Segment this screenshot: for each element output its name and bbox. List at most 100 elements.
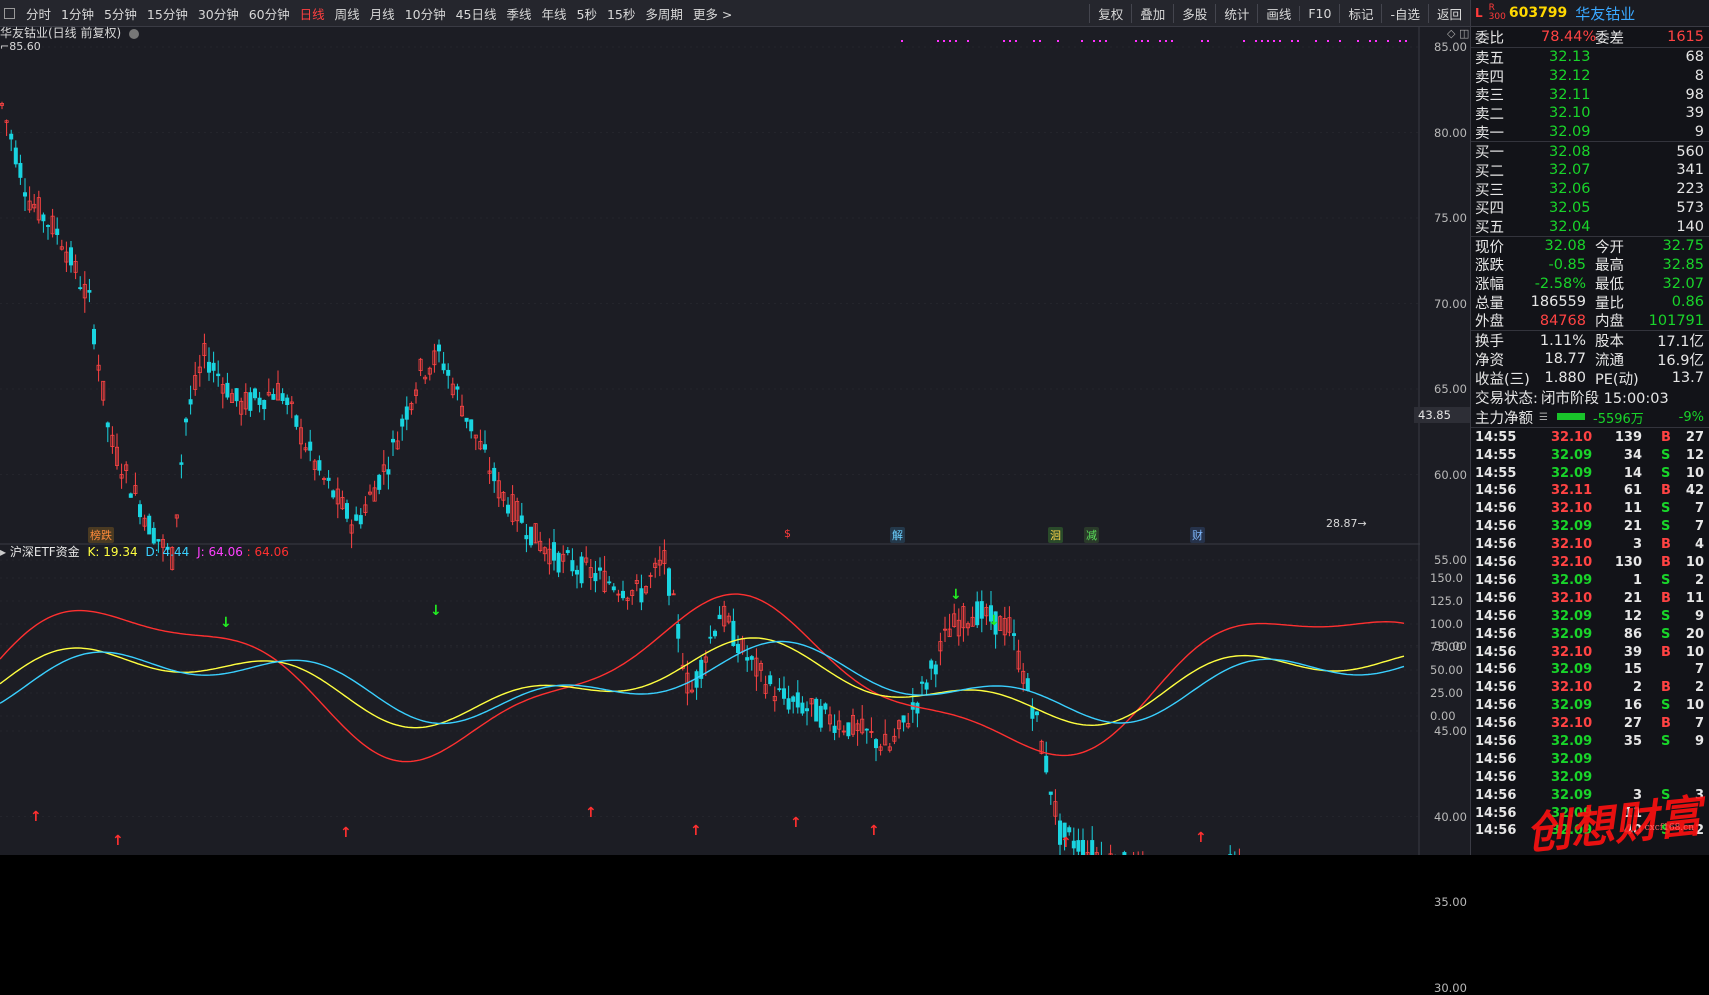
book-row[interactable]: 买一32.08560	[1471, 142, 1709, 161]
tick-count: 10	[1686, 645, 1704, 660]
book-row[interactable]: 卖五32.1368	[1471, 48, 1709, 67]
stat-value: 32.08	[1544, 238, 1586, 254]
event-tag[interactable]: 财	[1190, 527, 1205, 543]
period-tab[interactable]: 月线	[365, 4, 400, 23]
signal-dot	[1375, 40, 1377, 42]
book-row[interactable]: 买二32.07341	[1471, 161, 1709, 180]
book-volume: 8	[1695, 68, 1704, 84]
period-tab[interactable]: 年线	[537, 4, 572, 23]
tick-count: 42	[1686, 483, 1704, 498]
tool-button[interactable]: F10	[1299, 6, 1339, 21]
signal-dot	[1009, 40, 1011, 42]
y-tick-label: 30.00	[1434, 981, 1467, 995]
tool-button[interactable]: 标记	[1339, 4, 1381, 23]
event-tag[interactable]: 解	[890, 527, 905, 543]
book-row[interactable]: 卖三32.1198	[1471, 85, 1709, 104]
tick-time: 14:56	[1475, 662, 1516, 677]
signal-dot	[1135, 40, 1137, 42]
candle-body	[525, 535, 528, 538]
indicator-y-tick: 25.00	[1430, 686, 1463, 700]
main-chart-title: 华友钴业(日线 前复权)	[0, 24, 139, 41]
tick-count: 27	[1686, 430, 1704, 445]
candle-body	[709, 637, 712, 638]
candle-body	[598, 568, 601, 570]
tool-button[interactable]: 画线	[1257, 4, 1299, 23]
book-row[interactable]: 卖二32.1039	[1471, 104, 1709, 123]
signal-dot	[1099, 40, 1101, 42]
signal-dot	[1201, 40, 1203, 42]
event-tag[interactable]: 洄	[1048, 527, 1063, 543]
indicator-name[interactable]: 沪深ETF资金	[10, 545, 80, 559]
stock-name[interactable]: 华友钴业	[1575, 3, 1635, 24]
tool-button[interactable]: 返回	[1428, 4, 1470, 23]
period-tab[interactable]: 季线	[502, 4, 537, 23]
period-tab[interactable]: 1分钟	[56, 4, 99, 23]
tick-price: 32.11	[1551, 483, 1592, 498]
tick-price: 32.10	[1551, 555, 1592, 570]
tool-button[interactable]: -自选	[1381, 4, 1428, 23]
stock-code[interactable]: 603799	[1509, 5, 1567, 21]
book-row[interactable]: 买四32.05573	[1471, 199, 1709, 218]
period-tab[interactable]: 更多 >	[688, 4, 737, 23]
period-tab[interactable]: 周线	[330, 4, 365, 23]
event-tag[interactable]: 榜跌	[88, 527, 114, 543]
indicator-j: J: 64.06	[197, 545, 243, 559]
period-tab[interactable]: 30分钟	[193, 4, 244, 23]
menu-icon[interactable]: ☰	[1539, 412, 1548, 423]
indicator-toggle-icon[interactable]: ▸	[0, 545, 6, 559]
signal-dot	[1081, 40, 1083, 42]
tool-button[interactable]: 叠加	[1131, 4, 1173, 23]
period-tab[interactable]: 15分钟	[142, 4, 193, 23]
event-tag[interactable]: 减	[1084, 527, 1099, 543]
tool-button[interactable]: 复权	[1089, 4, 1131, 23]
tick-side: B	[1661, 591, 1671, 606]
candle-body	[378, 475, 381, 489]
candle-body	[405, 407, 408, 419]
candle-body	[207, 362, 210, 372]
signal-dot	[1165, 40, 1167, 42]
stat-value: 84768	[1540, 313, 1586, 329]
event-tag[interactable]: $	[782, 527, 793, 540]
tick-row: 14:5632.1161B42	[1471, 482, 1709, 500]
candle-body	[1026, 679, 1029, 691]
book-row[interactable]: 买三32.06223	[1471, 180, 1709, 199]
tick-time: 14:56	[1475, 519, 1516, 534]
candle-body	[801, 703, 804, 713]
tool-button[interactable]: 统计	[1215, 4, 1257, 23]
toggle-icon[interactable]	[4, 8, 15, 19]
tick-price: 32.09	[1551, 770, 1592, 785]
period-tab[interactable]: 5秒	[572, 4, 602, 23]
stat-row: 涨幅-2.58%最低32.07	[1471, 274, 1709, 293]
candle-body	[805, 709, 808, 711]
chart-options-icon[interactable]: ◇ ◫	[1447, 27, 1469, 40]
tick-price: 32.09	[1551, 609, 1592, 624]
tick-price: 32.09	[1551, 698, 1592, 713]
period-tab[interactable]: 多周期	[640, 4, 688, 23]
period-tab[interactable]: 日线	[295, 4, 330, 23]
stat-value: 32.75	[1662, 238, 1704, 254]
tick-side: S	[1661, 519, 1670, 534]
period-tab[interactable]: 10分钟	[400, 4, 451, 23]
book-row[interactable]: 买五32.04140	[1471, 217, 1709, 236]
book-row[interactable]: 卖四32.128	[1471, 67, 1709, 86]
candle-body	[980, 602, 983, 619]
book-price: 32.08	[1549, 144, 1591, 160]
period-tab[interactable]: 60分钟	[244, 4, 295, 23]
y-tick-label: 60.00	[1434, 468, 1467, 482]
chart-svg[interactable]: ↓↓↓↓↑↑↑↑↑↑↑↑↑	[0, 27, 1470, 855]
candle-body	[69, 248, 72, 265]
tick-row: 14:5632.09	[1471, 768, 1709, 786]
candle-body	[782, 689, 785, 699]
period-tab[interactable]: 5分钟	[99, 4, 142, 23]
tick-time: 14:56	[1475, 823, 1516, 838]
candle-body	[157, 539, 160, 541]
book-row[interactable]: 卖一32.099	[1471, 123, 1709, 142]
tick-list[interactable]: 14:5532.10139B2714:5532.0934S1214:5532.0…	[1471, 428, 1709, 839]
tick-count: 10	[1686, 466, 1704, 481]
tool-button[interactable]: 多股	[1173, 4, 1215, 23]
period-tab[interactable]: 15秒	[602, 4, 640, 23]
settings-dot-icon[interactable]	[129, 29, 139, 39]
period-tab[interactable]: 分时	[21, 4, 56, 23]
candle-body	[930, 661, 933, 668]
period-tab[interactable]: 45日线	[451, 4, 502, 23]
